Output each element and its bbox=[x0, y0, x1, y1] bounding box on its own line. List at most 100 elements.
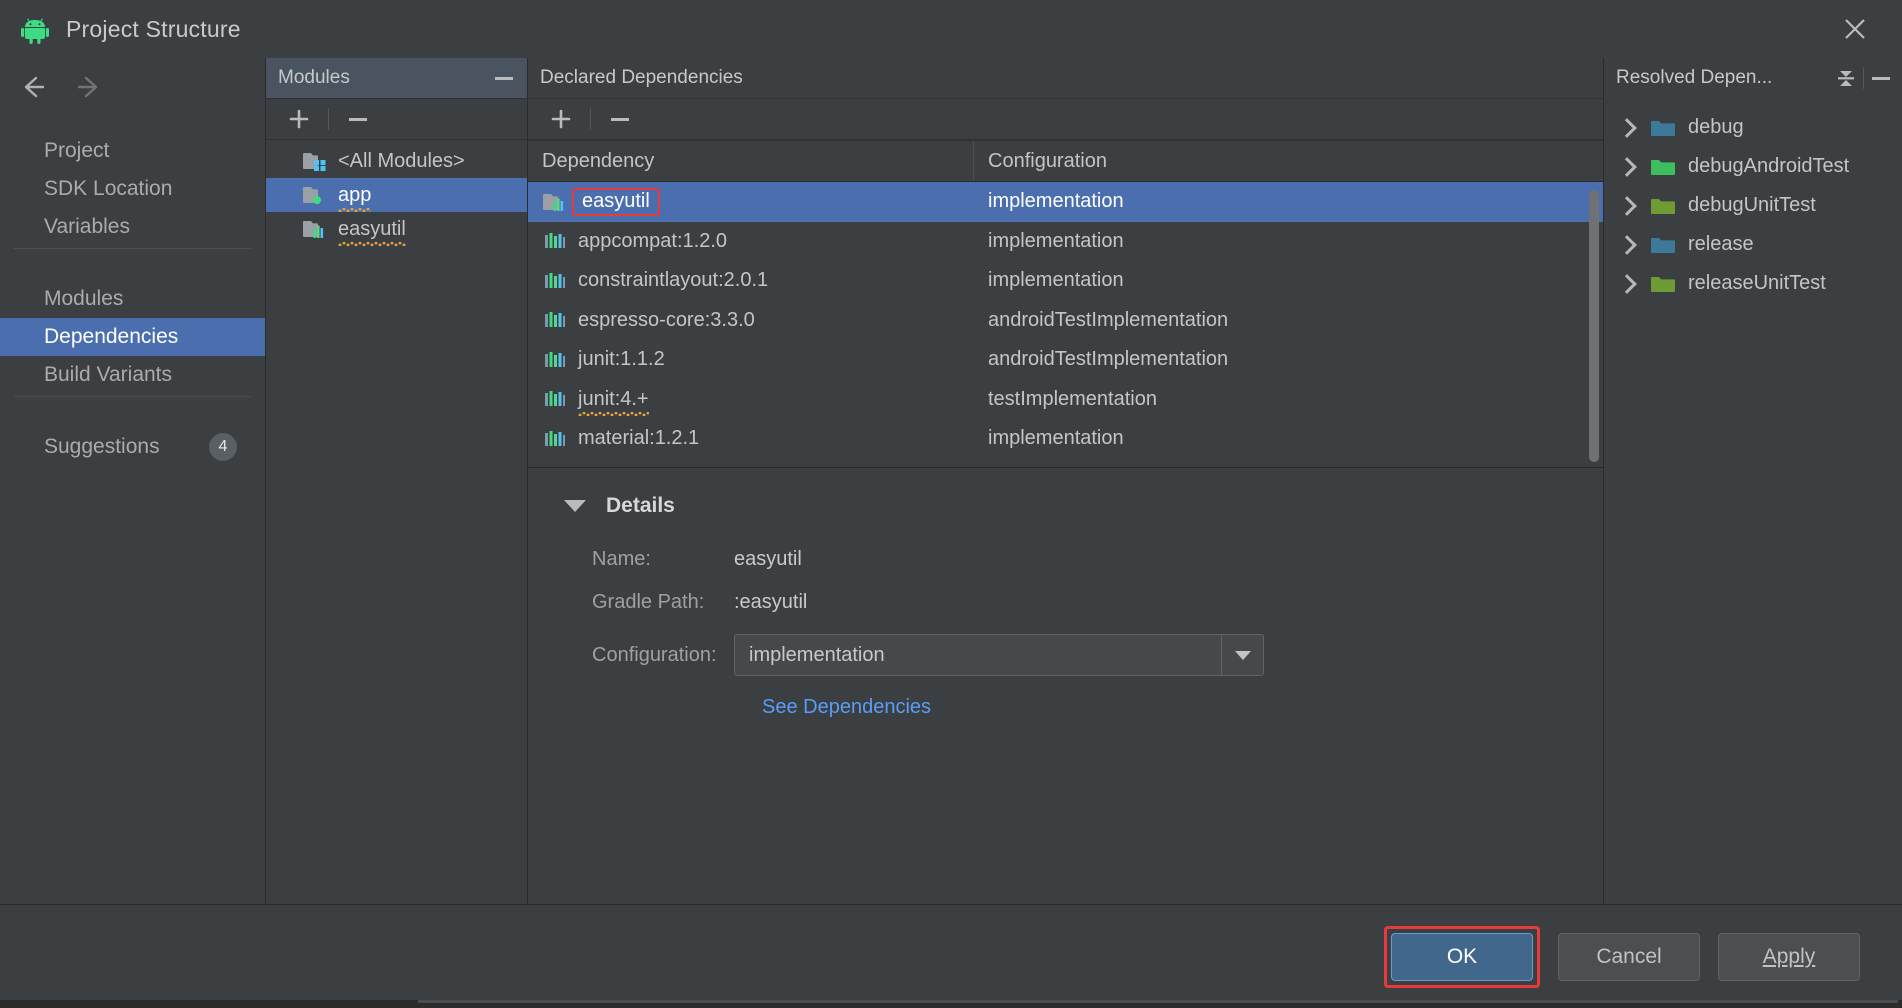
plus-icon[interactable] bbox=[280, 102, 318, 136]
sidebar-item-modules[interactable]: Modules bbox=[0, 280, 265, 318]
project-structure-dialog: Project Structure Project SDK Location V… bbox=[0, 0, 1902, 1008]
resolved-label: releaseUnitTest bbox=[1688, 272, 1826, 294]
modules-tree: <All Modules> app easyutil bbox=[266, 140, 527, 904]
arrow-left-icon[interactable] bbox=[18, 72, 48, 102]
close-icon[interactable] bbox=[1838, 12, 1872, 46]
folder-icon bbox=[1650, 235, 1676, 255]
resolved-dependencies-panel: Resolved Depen... debug debugAndroidTest… bbox=[1604, 58, 1902, 904]
details-title: Details bbox=[606, 494, 675, 517]
chevron-right-icon[interactable] bbox=[1617, 117, 1637, 138]
library-icon bbox=[542, 389, 568, 409]
resolved-row-debug[interactable]: debug bbox=[1604, 108, 1902, 147]
ok-button[interactable]: OK bbox=[1391, 932, 1533, 981]
configuration-select[interactable]: implementation bbox=[734, 634, 1264, 676]
apply-button[interactable]: Apply bbox=[1718, 932, 1860, 981]
table-row[interactable]: junit:1.1.2 androidTestImplementation bbox=[528, 340, 1603, 380]
sidebar-item-build-variants[interactable]: Build Variants bbox=[0, 356, 265, 394]
column-header-dependency[interactable]: Dependency bbox=[528, 141, 974, 181]
divider bbox=[14, 248, 251, 249]
sidebar-item-suggestions[interactable]: Suggestions 4 bbox=[0, 428, 265, 466]
see-dependencies-link[interactable]: See Dependencies bbox=[762, 696, 1603, 719]
details-gradle-path-value: :easyutil bbox=[734, 591, 808, 613]
resolved-label: debugAndroidTest bbox=[1688, 155, 1850, 177]
dependency-name: junit:4.+ bbox=[578, 387, 649, 416]
minus-icon[interactable] bbox=[601, 102, 639, 136]
module-row-all-modules[interactable]: <All Modules> bbox=[266, 144, 527, 178]
configuration-cell: implementation bbox=[988, 269, 1124, 292]
column-header-configuration[interactable]: Configuration bbox=[974, 141, 1603, 181]
table-row[interactable]: easyutil implementation bbox=[528, 182, 1603, 222]
declared-dependencies-header: Declared Dependencies bbox=[528, 58, 1603, 98]
dependency-name: junit:1.1.2 bbox=[578, 348, 665, 371]
dependencies-table-header: Dependency Configuration bbox=[528, 140, 1603, 182]
details-configuration-label: Configuration: bbox=[592, 643, 717, 666]
configuration-cell: implementation bbox=[988, 229, 1124, 252]
module-label: <All Modules> bbox=[338, 149, 465, 172]
cancel-button[interactable]: Cancel bbox=[1558, 932, 1700, 981]
details-name-value: easyutil bbox=[734, 548, 802, 570]
table-row[interactable]: material:1.2.1 implementation bbox=[528, 419, 1603, 459]
details-gradle-path-row: Gradle Path: :easyutil bbox=[564, 591, 1603, 614]
all-modules-folder-icon bbox=[302, 151, 328, 171]
resolved-row-release-unit-test[interactable]: releaseUnitTest bbox=[1604, 264, 1902, 303]
toolbar-separator bbox=[1863, 67, 1864, 89]
folder-icon bbox=[1650, 157, 1676, 177]
table-row[interactable]: constraintlayout:2.0.1 implementation bbox=[528, 261, 1603, 301]
scrollbar[interactable] bbox=[1589, 190, 1599, 462]
resolved-row-debug-unit-test[interactable]: debugUnitTest bbox=[1604, 186, 1902, 225]
sidebar-item-project[interactable]: Project bbox=[0, 132, 265, 170]
dependencies-table-body: easyutil implementation appcompat:1.2.0 … bbox=[528, 182, 1603, 468]
dependency-cell: appcompat:1.2.0 bbox=[528, 230, 974, 253]
resolved-row-debug-android-test[interactable]: debugAndroidTest bbox=[1604, 147, 1902, 186]
sidebar-divider-gap-2 bbox=[0, 396, 265, 428]
resolved-row-release[interactable]: release bbox=[1604, 225, 1902, 264]
module-label: app bbox=[338, 183, 372, 212]
android-icon bbox=[20, 14, 50, 44]
scrollbar-thumb[interactable] bbox=[1589, 190, 1599, 462]
details-gradle-path-label: Gradle Path: bbox=[592, 591, 705, 613]
plus-icon[interactable] bbox=[542, 102, 580, 136]
module-label: easyutil bbox=[338, 217, 406, 246]
modules-panel: Modules <All Modules> app easyutil bbox=[266, 58, 528, 904]
app-module-folder-icon bbox=[302, 185, 328, 205]
page-title: Project Structure bbox=[66, 15, 241, 42]
minus-icon[interactable] bbox=[1868, 65, 1894, 91]
divider bbox=[14, 396, 251, 397]
resolved-dependencies-title: Resolved Depen... bbox=[1616, 67, 1773, 88]
resolved-label: release bbox=[1688, 233, 1754, 255]
dependency-cell: constraintlayout:2.0.1 bbox=[528, 269, 974, 292]
table-row[interactable]: espresso-core:3.3.0 androidTestImplement… bbox=[528, 301, 1603, 341]
dependency-cell: espresso-core:3.3.0 bbox=[528, 309, 974, 332]
sidebar-item-variables[interactable]: Variables bbox=[0, 208, 265, 246]
chevron-right-icon[interactable] bbox=[1617, 156, 1637, 177]
module-row-app[interactable]: app bbox=[266, 178, 527, 212]
arrow-right-icon[interactable] bbox=[74, 72, 104, 102]
modules-panel-header: Modules bbox=[266, 58, 527, 98]
resolved-label: debugUnitTest bbox=[1688, 194, 1816, 216]
details-configuration-row: Configuration: implementation bbox=[564, 634, 1603, 676]
chevron-right-icon[interactable] bbox=[1617, 273, 1637, 294]
sidebar-item-label: Suggestions bbox=[44, 435, 160, 458]
sidebar-item-dependencies[interactable]: Dependencies bbox=[0, 318, 265, 356]
chevron-right-icon[interactable] bbox=[1617, 234, 1637, 255]
resolved-label: debug bbox=[1688, 116, 1744, 138]
title-bar: Project Structure bbox=[0, 0, 1902, 58]
nav-arrows bbox=[0, 58, 265, 116]
expand-collapse-icon[interactable] bbox=[1833, 65, 1859, 91]
details-toggle[interactable]: Details bbox=[564, 494, 1603, 518]
configuration-cell: androidTestImplementation bbox=[988, 308, 1229, 331]
details-section: Details Name: easyutil Gradle Path: :eas… bbox=[528, 468, 1603, 904]
toolbar-separator bbox=[328, 108, 329, 130]
table-row[interactable]: junit:4.+ testImplementation bbox=[528, 380, 1603, 420]
module-row-easyutil[interactable]: easyutil bbox=[266, 212, 527, 246]
table-row[interactable]: appcompat:1.2.0 implementation bbox=[528, 222, 1603, 262]
window-bottom-edge bbox=[0, 1000, 1902, 1008]
minus-icon[interactable] bbox=[339, 102, 377, 136]
folder-icon bbox=[1650, 196, 1676, 216]
sidebar-item-sdk-location[interactable]: SDK Location bbox=[0, 170, 265, 208]
toolbar-separator bbox=[590, 108, 591, 130]
chevron-down-icon[interactable] bbox=[1221, 635, 1263, 675]
minus-icon[interactable] bbox=[491, 65, 517, 91]
chevron-right-icon[interactable] bbox=[1617, 195, 1637, 216]
library-module-folder-icon bbox=[302, 219, 328, 239]
